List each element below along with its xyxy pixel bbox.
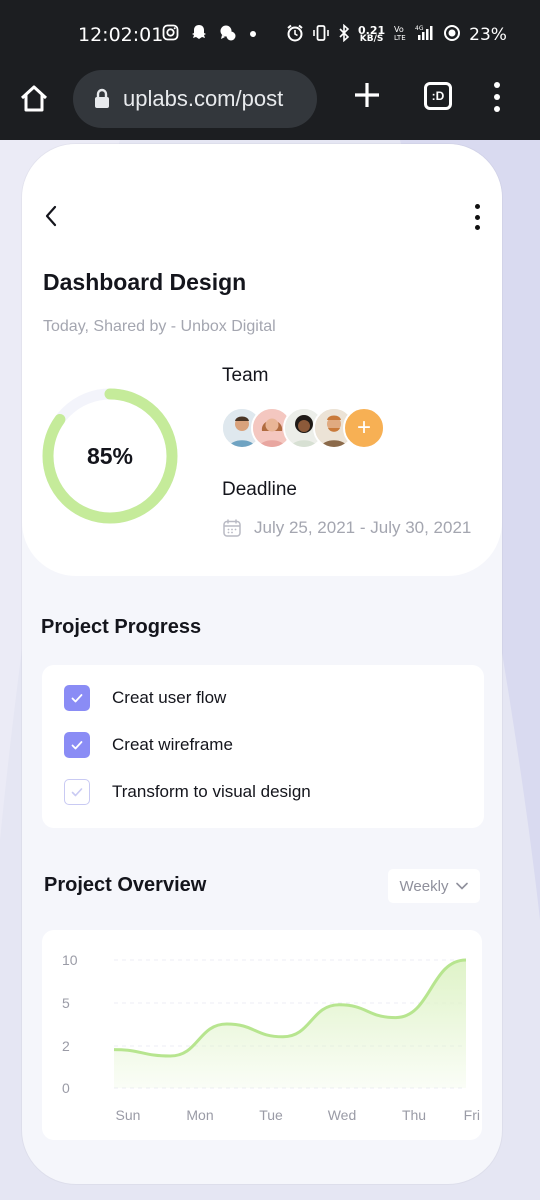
task-checkbox[interactable] [64, 732, 90, 758]
new-tab-button[interactable] [352, 80, 382, 110]
y-tick-label: 2 [62, 1038, 70, 1054]
chart-area [114, 960, 466, 1088]
signal-icon: 4G [415, 24, 435, 46]
bluetooth-icon [338, 23, 350, 46]
task-list: Creat user flow Creat wireframe Transfor… [42, 665, 484, 828]
chevron-down-icon [456, 882, 469, 890]
task-item[interactable]: Creat wireframe [64, 732, 233, 758]
address-bar[interactable]: uplabs.com/post [73, 70, 317, 128]
back-button[interactable] [40, 204, 64, 228]
browser-toolbar: uplabs.com/post :D [0, 70, 540, 140]
project-overview-title: Project Overview [44, 874, 207, 896]
project-summary-card: Dashboard Design Today, Shared by - Unbo… [22, 144, 502, 576]
x-tick-label: Tue [259, 1107, 283, 1123]
browser-menu-button[interactable] [490, 82, 504, 112]
y-tick-label: 10 [62, 952, 78, 968]
url-text: uplabs.com/post [123, 86, 284, 111]
svg-text:Vo: Vo [394, 25, 404, 34]
calendar-icon [223, 519, 241, 537]
lock-icon [95, 88, 109, 108]
dot-icon [249, 24, 257, 47]
status-bar: 12:02:01 0.21 KB/S Vo LTE 4G 23% [0, 0, 540, 70]
page-subtitle: Today, Shared by - Unbox Digital [43, 318, 276, 335]
dot-icon [474, 214, 480, 220]
chevron-left-icon [45, 205, 57, 227]
network-speed-unit: KB/S [359, 34, 384, 44]
vibrate-icon [312, 24, 330, 46]
snapchat-icon [191, 24, 207, 47]
status-time: 12:02:01 [78, 24, 164, 46]
tab-switcher-button[interactable]: :D [424, 82, 452, 110]
page-title: Dashboard Design [43, 269, 247, 295]
add-member-button[interactable]: + [343, 407, 385, 449]
x-tick-label: Thu [402, 1107, 426, 1123]
y-tick-label: 0 [62, 1080, 70, 1096]
x-tick-label: Sun [116, 1107, 141, 1123]
deadline-label: Deadline [222, 479, 297, 500]
overview-chart-card: 10 5 2 0 Sun Mon Tue Wed Thu Fri [42, 930, 482, 1140]
x-tick-label: Fri [464, 1107, 480, 1123]
x-tick-label: Wed [328, 1107, 357, 1123]
dot-icon [474, 225, 480, 230]
chat-bubbles-icon [219, 24, 237, 47]
task-label: Transform to visual design [112, 782, 311, 801]
project-progress-title: Project Progress [41, 616, 202, 638]
period-dropdown[interactable]: Weekly [388, 869, 480, 903]
task-checkbox[interactable] [64, 685, 90, 711]
deadline-dates: July 25, 2021 - July 30, 2021 [222, 518, 471, 538]
task-item[interactable]: Transform to visual design [64, 779, 311, 805]
battery-percent: 23% [469, 25, 507, 45]
dot-icon [494, 94, 500, 100]
team-avatars: + [221, 407, 391, 453]
team-label: Team [222, 365, 269, 386]
svg-text:LTE: LTE [394, 34, 406, 42]
check-icon [71, 788, 83, 797]
app-screen: Dashboard Design Today, Shared by - Unbo… [22, 144, 502, 1184]
task-item[interactable]: Creat user flow [64, 685, 226, 711]
task-checkbox[interactable] [64, 779, 90, 805]
alarm-icon [286, 24, 304, 46]
dot-icon [474, 204, 480, 209]
notification-icons [162, 24, 257, 47]
deadline-date-range: July 25, 2021 - July 30, 2021 [254, 518, 472, 537]
x-tick-label: Mon [186, 1107, 213, 1123]
dot-icon [494, 106, 500, 112]
task-label: Creat user flow [112, 688, 227, 707]
volte-icon: Vo LTE [393, 24, 407, 46]
svg-text:4G: 4G [415, 25, 424, 32]
home-button[interactable] [18, 83, 54, 119]
overview-chart: 10 5 2 0 Sun Mon Tue Wed Thu Fri [62, 952, 480, 1123]
check-icon [71, 694, 83, 703]
dot-icon [494, 82, 500, 88]
progress-percent: 85% [86, 442, 134, 469]
more-options-button[interactable] [472, 204, 482, 230]
system-icons: 0.21 KB/S Vo LTE 4G 23% [286, 23, 507, 46]
instagram-icon [162, 24, 179, 47]
check-icon [71, 741, 83, 750]
battery-icon [443, 24, 461, 46]
plus-icon [355, 83, 379, 107]
home-icon [20, 85, 48, 112]
period-dropdown-value: Weekly [399, 877, 449, 895]
y-tick-label: 5 [62, 995, 70, 1011]
task-label: Creat wireframe [112, 735, 233, 754]
network-speed: 0.21 KB/S [358, 25, 385, 44]
